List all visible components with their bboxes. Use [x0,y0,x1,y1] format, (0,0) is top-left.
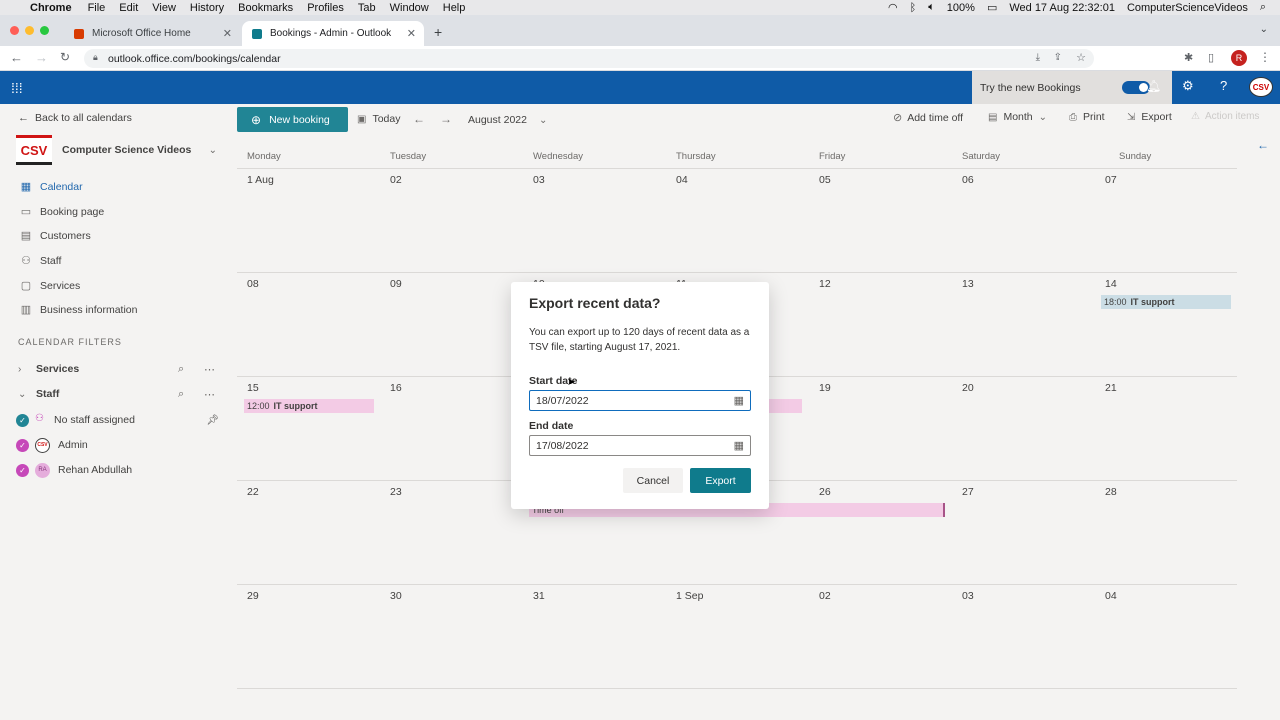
reload-icon[interactable]: ↻ [60,50,70,64]
menu-app-name[interactable]: Chrome [30,2,72,14]
sidepanel-icon[interactable]: ▯ [1208,51,1214,64]
menu-item-profiles[interactable]: Profiles [307,2,344,14]
forward-arrow-icon[interactable]: → [35,50,48,65]
end-date-value: 17/08/2022 [536,439,589,452]
spotlight-icon[interactable]: ⌕ [1260,1,1266,14]
menu-item-edit[interactable]: Edit [119,2,138,14]
menu-item-history[interactable]: History [190,2,224,14]
user-avatar[interactable]: CSV [1249,77,1273,97]
start-date-field[interactable]: 18/07/2022 ▦ [529,390,751,411]
calendar-picker-icon[interactable]: ▦ [734,394,744,407]
tab-label: Bookings - Admin - Outlook [270,28,392,39]
menu-item-file[interactable]: File [88,2,106,14]
battery-percent: 100% [946,1,975,14]
bluetooth-icon[interactable]: ᛒ [910,2,917,14]
install-icon[interactable]: ⤓ [1036,52,1040,63]
tab-bookings[interactable]: Bookings - Admin - Outlook ✕ [242,21,424,46]
address-bar[interactable]: 🔒︎ outlook.office.com/bookings/calendar … [84,49,1094,68]
lock-icon: 🔒︎ [93,52,98,62]
menu-item-bookmarks[interactable]: Bookmarks [238,2,293,14]
clock[interactable]: Wed 17 Aug 22:32:01 [1009,2,1115,14]
mouse-cursor-icon: ➤ [567,377,576,388]
chrome-menu-icon[interactable]: ⋮ [1259,50,1271,64]
tab-label: Microsoft Office Home [92,28,191,39]
back-arrow-icon[interactable]: ← [10,50,23,65]
dialog-title: Export recent data? [529,295,661,311]
dialog-description: You can export up to 120 days of recent … [529,327,750,353]
export-confirm-button[interactable]: Export [690,468,751,493]
battery-icon[interactable]: ▭ [987,1,997,14]
profile-avatar[interactable]: R [1231,50,1247,66]
tab-search-icon[interactable]: ⌄ [1260,24,1268,35]
export-dialog: Export recent data? You can export up to… [511,282,769,509]
menubar-status-area: ◠ ᛒ 🔈︎ 100% ▭ Wed 17 Aug 22:32:01 Comput… [888,0,1280,15]
url-text: outlook.office.com/bookings/calendar [108,52,281,65]
menu-item-help[interactable]: Help [443,2,466,14]
cancel-button[interactable]: Cancel [623,468,683,493]
menubar-user[interactable]: ComputerScienceVideos [1127,2,1248,14]
close-icon[interactable]: ✕ [407,27,416,40]
menu-item-window[interactable]: Window [390,2,429,14]
share-icon[interactable]: ⇪ [1054,52,1062,63]
start-date-value: 18/07/2022 [536,394,589,407]
end-date-field[interactable]: 17/08/2022 ▦ [529,435,751,456]
browser-toolbar: ← → ↻ 🔒︎ outlook.office.com/bookings/cal… [0,46,1280,71]
volume-icon[interactable]: 🔈︎ [928,1,935,14]
o365-header: ⁞⁞⁞ Try the new Bookings 🔔︎ ⚙ ? CSV [0,71,1280,104]
try-new-bookings: Try the new Bookings [972,71,1172,104]
close-icon[interactable]: ✕ [223,27,232,40]
tab-office-home[interactable]: Microsoft Office Home ✕ [64,21,240,46]
window-minimize-button[interactable] [25,26,34,35]
macos-menubar: Chrome File Edit View History Bookmarks … [0,0,1280,15]
extensions-icon[interactable]: ✱ [1184,51,1193,64]
window-close-button[interactable] [10,26,19,35]
bookmark-star-icon[interactable]: ☆ [1076,51,1086,64]
bookings-icon [252,28,262,39]
wifi-icon[interactable]: ◠ [888,1,898,14]
notification-bell-icon[interactable]: 🔔︎ [1146,79,1161,93]
calendar-picker-icon[interactable]: ▦ [734,439,744,452]
window-zoom-button[interactable] [40,26,49,35]
browser-tab-strip: Microsoft Office Home ✕ Bookings - Admin… [0,15,1280,46]
menu-item-tab[interactable]: Tab [358,2,376,14]
office-icon [74,28,84,39]
settings-gear-icon[interactable]: ⚙ [1182,78,1194,94]
try-new-bookings-label: Try the new Bookings [980,81,1081,94]
end-date-label: End date [529,420,574,432]
help-icon[interactable]: ? [1220,78,1227,93]
menu-item-view[interactable]: View [152,2,176,14]
app-launcher-icon[interactable]: ⁞⁞⁞ [11,80,23,96]
new-tab-button[interactable]: + [434,24,442,40]
